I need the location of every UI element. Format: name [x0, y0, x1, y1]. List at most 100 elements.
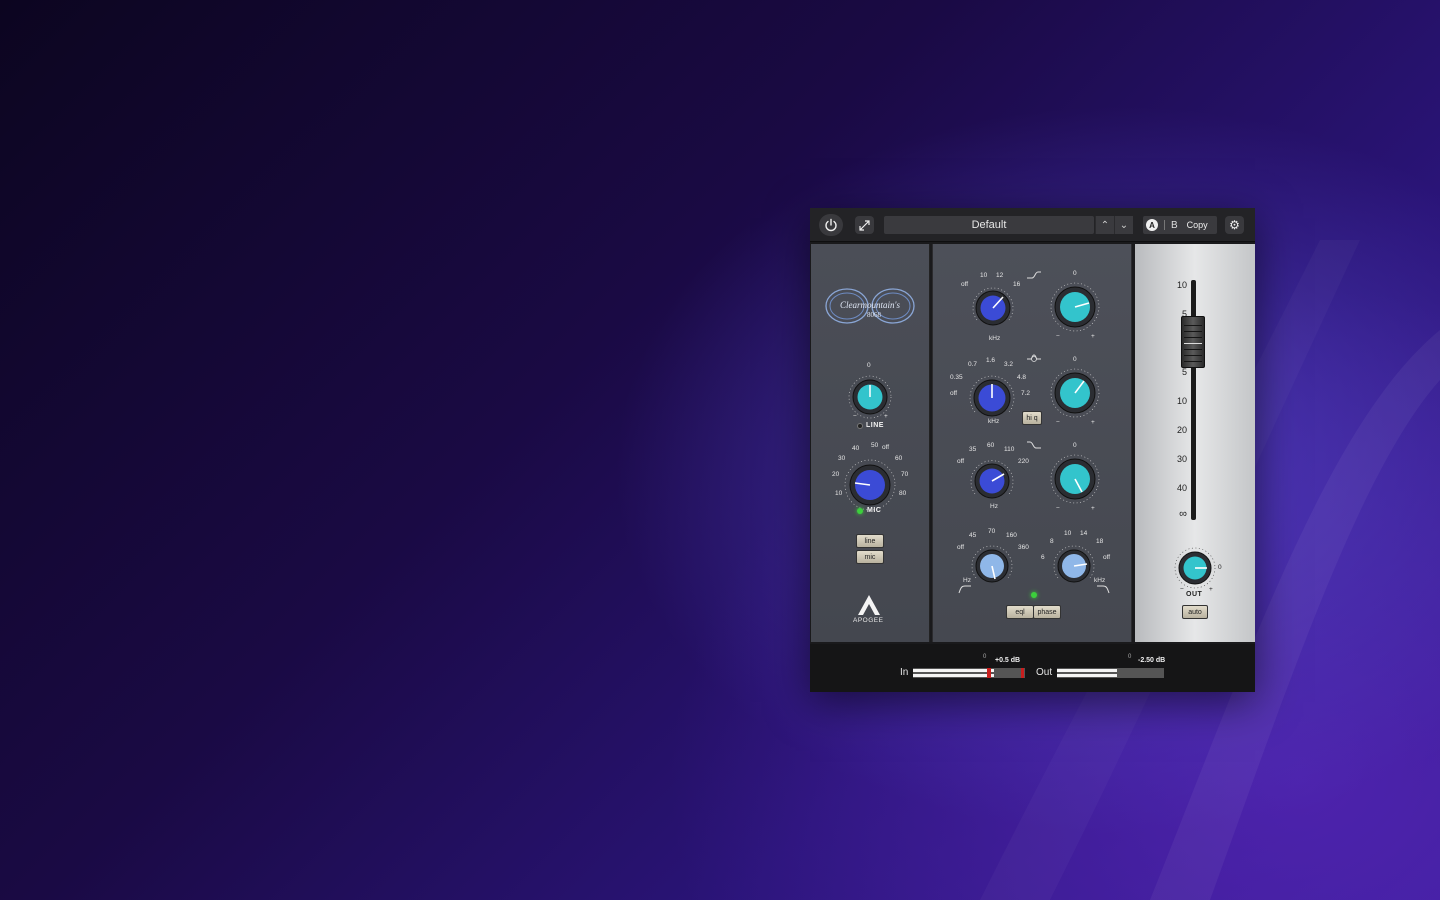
- gear-icon: ⚙: [1229, 218, 1240, 232]
- low-freq-knob[interactable]: [967, 456, 1017, 506]
- ab-b-button[interactable]: B: [1171, 220, 1178, 231]
- line-led: [857, 423, 863, 429]
- low-gain-plus: +: [1091, 505, 1095, 512]
- mid-freq-off: off: [950, 390, 958, 397]
- fader-scale-20: 20: [1176, 425, 1187, 435]
- hpf-knob[interactable]: [968, 542, 1016, 590]
- eq-panel: off 10 12 16 kHz 0 − + off 0.35 0.7 1.6: [932, 244, 1132, 642]
- in-meter: [913, 668, 1025, 678]
- hpf-70: 70: [988, 528, 996, 535]
- out-label: OUT: [1186, 591, 1203, 598]
- hpf-off: off: [957, 544, 965, 551]
- preset-nav: ⌃ ⌄: [1095, 216, 1133, 234]
- high-gain-minus: −: [1056, 333, 1060, 340]
- high-freq-12: 12: [996, 272, 1004, 279]
- mic-scale-20: 20: [832, 471, 840, 478]
- clearmountain-logo: Clearmountain's 8068: [825, 288, 915, 324]
- ab-compare: A B Copy: [1143, 216, 1217, 234]
- meter-bar: In 0 +0.5 dB Out 0 -2.50 dB: [810, 644, 1255, 692]
- logo-model: 8068: [867, 311, 882, 319]
- out-knob-minus: −: [1180, 586, 1184, 593]
- lpf-unit: kHz: [1094, 577, 1106, 584]
- high-freq-16: 16: [1013, 281, 1021, 288]
- phase-button[interactable]: phase: [1033, 605, 1061, 619]
- mid-freq-1.6: 1.6: [986, 357, 996, 364]
- lpf-off: off: [1103, 554, 1111, 561]
- eq-led: [1031, 592, 1037, 598]
- in-meter-fill-l: [913, 669, 994, 672]
- mid-freq-7.2: 7.2: [1021, 390, 1031, 397]
- high-freq-off: off: [961, 281, 969, 288]
- line-knob-zero: 0: [867, 362, 871, 369]
- lpf-10: 10: [1064, 530, 1072, 537]
- mid-freq-knob[interactable]: [966, 372, 1018, 424]
- high-gain-knob[interactable]: [1046, 278, 1104, 336]
- fader-grip-line: [1184, 337, 1202, 338]
- hpf-45: 45: [969, 532, 977, 539]
- mic-gain-knob[interactable]: [840, 455, 900, 515]
- plugin-window: Default ⌃ ⌄ A B Copy ⚙ Clearmountain's 8…: [810, 208, 1255, 692]
- hi-q-button[interactable]: hi q: [1022, 411, 1042, 425]
- mic-select-button[interactable]: mic: [856, 550, 884, 564]
- out-meter-zero: 0: [1128, 654, 1132, 660]
- fader-handle[interactable]: [1181, 316, 1205, 368]
- chevron-up-icon: ⌃: [1100, 219, 1110, 231]
- high-shelf-icon: [1027, 271, 1041, 279]
- mic-scale-50: 50: [871, 442, 879, 449]
- mic-scale-30: 30: [838, 455, 846, 462]
- out-meter-fill-l: [1057, 669, 1117, 672]
- auto-button[interactable]: auto: [1182, 605, 1208, 619]
- high-gain-plus: +: [1091, 333, 1095, 340]
- preset-prev-button[interactable]: ⌃: [1095, 216, 1114, 234]
- ab-a-button[interactable]: A: [1146, 219, 1158, 231]
- mid-freq-0.7: 0.7: [968, 361, 978, 368]
- lpf-14: 14: [1080, 530, 1088, 537]
- low-gain-zero: 0: [1073, 442, 1077, 449]
- lpf-knob[interactable]: [1050, 542, 1098, 590]
- power-button[interactable]: [819, 214, 843, 236]
- expand-button[interactable]: [855, 216, 874, 234]
- in-meter-peak: [1021, 668, 1024, 678]
- preset-selector[interactable]: Default: [884, 216, 1094, 234]
- fader-scale-5b: 5: [1181, 367, 1187, 377]
- eql-button[interactable]: eql: [1006, 605, 1034, 619]
- high-freq-unit: kHz: [989, 335, 1001, 342]
- out-meter-label: Out: [1036, 667, 1053, 678]
- high-freq-knob[interactable]: [969, 284, 1017, 332]
- fader-grip-line: [1184, 331, 1202, 332]
- fader-scale-10b: 10: [1176, 396, 1187, 406]
- in-meter-fill-r: [913, 674, 994, 677]
- low-freq-unit: Hz: [990, 503, 998, 510]
- hpf-160: 160: [1006, 532, 1017, 539]
- line-knob-minus: −: [853, 413, 857, 420]
- mic-led: [857, 508, 863, 514]
- expand-icon: [859, 219, 870, 231]
- ab-copy-button[interactable]: Copy: [1187, 220, 1208, 230]
- mic-scale-off: off: [882, 444, 890, 451]
- settings-button[interactable]: ⚙: [1225, 216, 1244, 234]
- fader-scale-10: 10: [1176, 280, 1187, 290]
- low-shelf-icon: [1027, 441, 1041, 449]
- low-freq-60: 60: [987, 442, 995, 449]
- chevron-down-icon: ⌄: [1119, 219, 1129, 231]
- out-meter: [1057, 668, 1164, 678]
- mid-gain-minus: −: [1056, 419, 1060, 426]
- in-meter-value: +0.5 dB: [995, 657, 1021, 664]
- low-gain-knob[interactable]: [1046, 450, 1104, 508]
- power-icon: [825, 218, 837, 232]
- in-meter-zero: 0: [983, 654, 987, 660]
- fader-grip-line: [1184, 349, 1202, 350]
- apogee-logo-icon: [858, 595, 880, 615]
- preset-next-button[interactable]: ⌄: [1114, 216, 1133, 234]
- output-knob[interactable]: [1172, 545, 1218, 591]
- high-freq-10: 10: [980, 272, 988, 279]
- low-freq-off: off: [957, 458, 965, 465]
- line-select-button[interactable]: line: [856, 534, 884, 548]
- low-freq-110: 110: [1004, 446, 1015, 453]
- mid-gain-knob[interactable]: [1046, 364, 1104, 422]
- mic-scale-40: 40: [852, 445, 860, 452]
- logo-text: Clearmountain's: [840, 300, 900, 310]
- bell-curve-icon: [1027, 354, 1041, 362]
- line-knob-plus: +: [884, 413, 888, 420]
- in-meter-label: In: [900, 667, 909, 678]
